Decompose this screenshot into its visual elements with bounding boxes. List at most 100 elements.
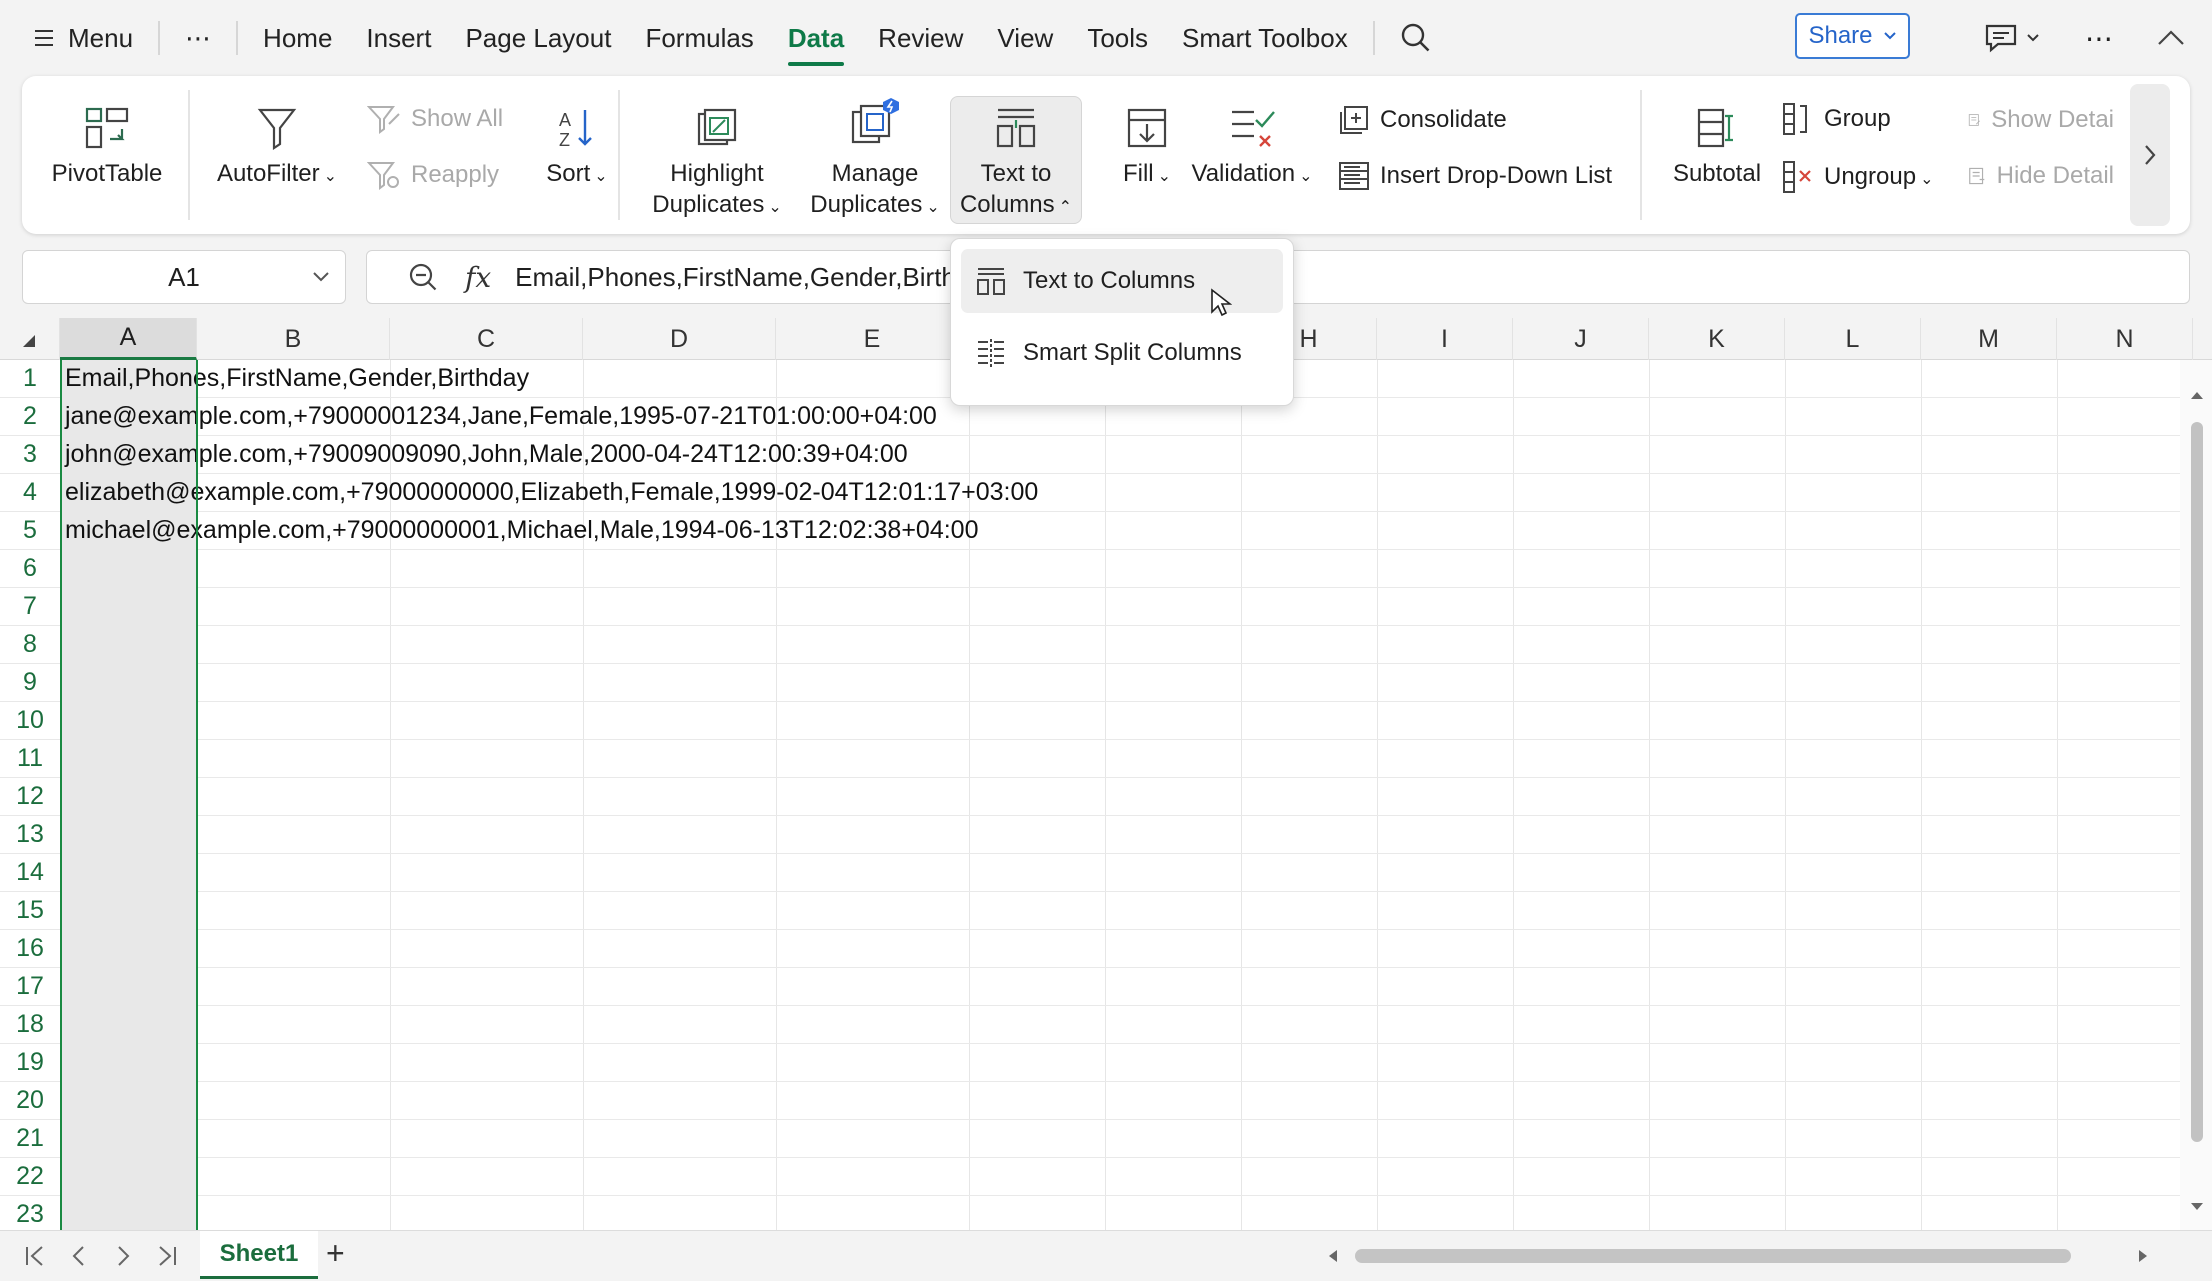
cell-area[interactable]: Email,Phones,FirstName,Gender,Birthday j… xyxy=(60,360,2180,1230)
cell-a12[interactable] xyxy=(60,778,197,816)
tab-insert[interactable]: Insert xyxy=(349,10,448,66)
show-all-button[interactable]: Show All xyxy=(367,104,503,134)
first-sheet-icon[interactable] xyxy=(24,1245,46,1267)
cell-a13[interactable] xyxy=(60,816,197,854)
more-menu-button[interactable]: ⋯ xyxy=(168,10,228,66)
cell-a23[interactable] xyxy=(60,1196,197,1230)
overflow-button[interactable]: ⋯ xyxy=(2085,0,2113,76)
cell-a10[interactable] xyxy=(60,702,197,740)
validation-button[interactable]: Validation ⌄ xyxy=(1182,106,1322,192)
cell-a7[interactable] xyxy=(60,588,197,626)
cell-a8[interactable] xyxy=(60,626,197,664)
row-header[interactable]: 16 xyxy=(0,930,60,968)
tab-home[interactable]: Home xyxy=(246,10,349,66)
row-header[interactable]: 7 xyxy=(0,588,60,626)
tab-data[interactable]: Data xyxy=(771,10,861,66)
insert-dropdown-list-button[interactable]: Insert Drop-Down List xyxy=(1338,160,1612,192)
last-sheet-icon[interactable] xyxy=(156,1245,178,1267)
consolidate-button[interactable]: Consolidate xyxy=(1338,104,1507,136)
show-detail-button[interactable]: Show Detai xyxy=(1968,104,2114,136)
column-header-k[interactable]: K xyxy=(1649,318,1785,360)
next-sheet-icon[interactable] xyxy=(112,1245,134,1267)
autofilter-button[interactable]: AutoFilter ⌄ xyxy=(212,106,342,192)
row-header[interactable]: 17 xyxy=(0,968,60,1006)
row-header[interactable]: 3 xyxy=(0,436,60,474)
subtotal-button[interactable]: Subtotal xyxy=(1662,106,1772,189)
sheet-tab-sheet1[interactable]: Sheet1 xyxy=(200,1231,318,1279)
tab-tools[interactable]: Tools xyxy=(1070,10,1165,66)
horizontal-scrollbar[interactable] xyxy=(1325,1246,2147,1266)
horizontal-scroll-thumb[interactable] xyxy=(1355,1249,2071,1263)
hide-detail-button[interactable]: Hide Detail xyxy=(1968,160,2114,192)
row-header[interactable]: 2 xyxy=(0,398,60,436)
column-header-c[interactable]: C xyxy=(390,318,583,360)
column-header-d[interactable]: D xyxy=(583,318,776,360)
cell-a16[interactable] xyxy=(60,930,197,968)
cell-a18[interactable] xyxy=(60,1006,197,1044)
share-button[interactable]: Share xyxy=(1795,13,1910,59)
group-button[interactable]: Group xyxy=(1782,102,1891,136)
text-to-columns-button[interactable]: Text to Columns ⌃ xyxy=(952,106,1080,223)
row-header[interactable]: 1 xyxy=(0,360,60,398)
vertical-scroll-thumb[interactable] xyxy=(2191,422,2203,1142)
cell-a22[interactable] xyxy=(60,1158,197,1196)
column-header-j[interactable]: J xyxy=(1513,318,1649,360)
collapse-ribbon-button[interactable] xyxy=(2157,0,2185,76)
column-header-l[interactable]: L xyxy=(1785,318,1921,360)
row-header[interactable]: 8 xyxy=(0,626,60,664)
comments-button[interactable] xyxy=(1984,0,2040,76)
column-header-a[interactable]: A xyxy=(60,318,197,360)
column-header-b[interactable]: B xyxy=(197,318,390,360)
row-header[interactable]: 12 xyxy=(0,778,60,816)
sort-button[interactable]: AZ Sort ⌄ xyxy=(527,106,627,192)
manage-duplicates-button[interactable]: Manage Duplicates ⌄ xyxy=(800,96,950,223)
row-header[interactable]: 9 xyxy=(0,664,60,702)
row-header[interactable]: 6 xyxy=(0,550,60,588)
menu-button[interactable]: Menu xyxy=(30,10,150,66)
row-header[interactable]: 21 xyxy=(0,1120,60,1158)
vertical-scrollbar[interactable] xyxy=(2180,360,2212,1230)
zoom-icon[interactable] xyxy=(407,261,439,293)
row-header[interactable]: 20 xyxy=(0,1082,60,1120)
name-box[interactable]: A1 xyxy=(22,250,346,304)
reapply-button[interactable]: Reapply xyxy=(367,160,499,190)
cell-a9[interactable] xyxy=(60,664,197,702)
menu-item-smart-split-columns[interactable]: Smart Split Columns xyxy=(961,321,1283,385)
row-header[interactable]: 14 xyxy=(0,854,60,892)
ungroup-button[interactable]: Ungroup ⌄ xyxy=(1782,160,1933,194)
cell-a20[interactable] xyxy=(60,1082,197,1120)
column-header-i[interactable]: I xyxy=(1377,318,1513,360)
previous-sheet-icon[interactable] xyxy=(68,1245,90,1267)
tab-page-layout[interactable]: Page Layout xyxy=(448,10,628,66)
cell-a21[interactable] xyxy=(60,1120,197,1158)
pivottable-button[interactable]: PivotTable xyxy=(52,106,162,189)
tab-smart-toolbox[interactable]: Smart Toolbox xyxy=(1165,10,1365,66)
cell-a11[interactable] xyxy=(60,740,197,778)
row-header[interactable]: 19 xyxy=(0,1044,60,1082)
select-all-corner[interactable] xyxy=(0,318,60,360)
function-icon[interactable]: fx xyxy=(465,261,491,294)
ribbon-scroll-right-button[interactable] xyxy=(2130,84,2170,226)
row-header[interactable]: 13 xyxy=(0,816,60,854)
row-header[interactable]: 15 xyxy=(0,892,60,930)
row-header[interactable]: 4 xyxy=(0,474,60,512)
row-header[interactable]: 11 xyxy=(0,740,60,778)
tab-view[interactable]: View xyxy=(980,10,1070,66)
row-header[interactable]: 5 xyxy=(0,512,60,550)
column-header-n[interactable]: N xyxy=(2057,318,2193,360)
row-header[interactable]: 10 xyxy=(0,702,60,740)
row-header[interactable]: 18 xyxy=(0,1006,60,1044)
tab-review[interactable]: Review xyxy=(861,10,980,66)
cell-a14[interactable] xyxy=(60,854,197,892)
column-header-m[interactable]: M xyxy=(1921,318,2057,360)
row-header[interactable]: 22 xyxy=(0,1158,60,1196)
row-header[interactable]: 23 xyxy=(0,1196,60,1230)
tab-formulas[interactable]: Formulas xyxy=(628,10,770,66)
cell-a19[interactable] xyxy=(60,1044,197,1082)
cell-a15[interactable] xyxy=(60,892,197,930)
column-header-e[interactable]: E xyxy=(776,318,969,360)
add-sheet-button[interactable]: + xyxy=(326,1235,345,1272)
cell-a6[interactable] xyxy=(60,550,197,588)
cell-a17[interactable] xyxy=(60,968,197,1006)
highlight-duplicates-button[interactable]: Highlight Duplicates ⌄ xyxy=(642,106,792,223)
